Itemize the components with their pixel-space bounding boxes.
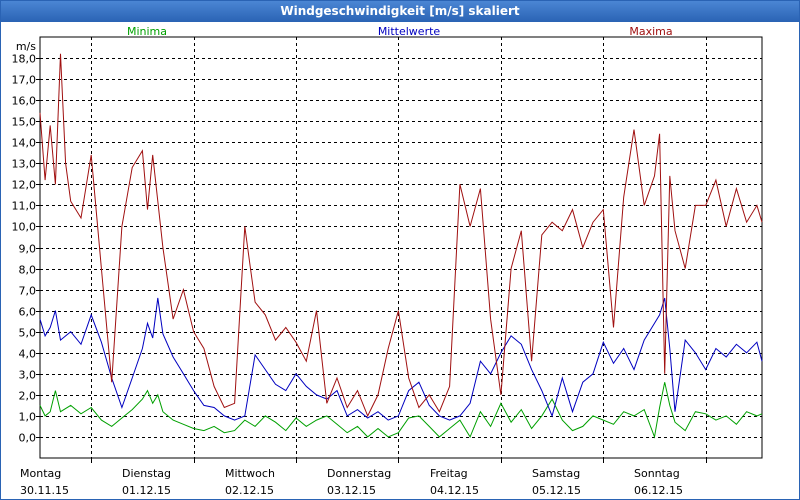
x-tick-date: 04.12.15 bbox=[430, 484, 479, 497]
x-tick-date: 05.12.15 bbox=[532, 484, 581, 497]
y-tick-label: 4,0 bbox=[19, 348, 37, 361]
x-axis: Montag 30.11.15 Dienstag 01.12.15 Mittwoch 02… bbox=[20, 458, 707, 497]
y-tick-label: 1,0 bbox=[19, 411, 37, 424]
y-tick-label: 6,0 bbox=[19, 306, 37, 319]
y-tick-label: 7,0 bbox=[19, 285, 37, 298]
y-tick-label: 2,0 bbox=[19, 390, 37, 403]
legend: Minima Mittelwerte Maxima bbox=[127, 25, 673, 38]
y-tick-label: 15,0 bbox=[12, 116, 37, 129]
series-line-maxima bbox=[39, 53, 763, 418]
x-tick-date: 03.12.15 bbox=[327, 484, 376, 497]
x-tick-date: 01.12.15 bbox=[122, 484, 171, 497]
y-tick-label: 18,0 bbox=[12, 53, 37, 66]
legend-item-minima: Minima bbox=[127, 25, 167, 38]
x-tick-day: Donnerstag bbox=[327, 467, 391, 480]
x-tick-day: Montag bbox=[20, 467, 61, 480]
y-tick-label: 0,0 bbox=[19, 432, 37, 445]
x-tick-day: Samstag bbox=[532, 467, 580, 480]
x-tick-date: 06.12.15 bbox=[634, 484, 683, 497]
y-axis: 0,0 1,0 2,0 3,0 4,0 5,0 6,0 7,0 8,0 9,0 10,0 11,0 12… bbox=[12, 53, 40, 445]
y-tick-label: 11,0 bbox=[12, 200, 37, 213]
y-tick-label: 9,0 bbox=[19, 243, 37, 256]
y-tick-label: 3,0 bbox=[19, 369, 37, 382]
series bbox=[39, 53, 763, 439]
legend-item-maxima: Maxima bbox=[629, 25, 672, 38]
x-tick-day: Freitag bbox=[430, 467, 468, 480]
y-tick-label: 5,0 bbox=[19, 327, 37, 340]
y-tick-label: 10,0 bbox=[12, 221, 37, 234]
legend-item-mittelwerte: Mittelwerte bbox=[378, 25, 441, 38]
y-tick-label: 16,0 bbox=[12, 95, 37, 108]
x-tick-day: Sonntag bbox=[634, 467, 680, 480]
y-axis-label: m/s bbox=[16, 40, 36, 53]
x-tick-date: 02.12.15 bbox=[225, 484, 274, 497]
y-tick-label: 8,0 bbox=[19, 264, 37, 277]
x-tick-date: 30.11.15 bbox=[20, 484, 69, 497]
series-line-mittelwerte bbox=[39, 297, 763, 421]
y-tick-label: 12,0 bbox=[12, 179, 37, 192]
x-tick-day: Mittwoch bbox=[225, 467, 275, 480]
grid bbox=[40, 37, 762, 458]
y-tick-label: 17,0 bbox=[12, 74, 37, 87]
chart-area: 0,0 1,0 2,0 3,0 4,0 5,0 6,0 7,0 8,0 9,0 10,0 11,0 12… bbox=[12, 25, 763, 497]
y-tick-label: 14,0 bbox=[12, 137, 37, 150]
y-tick-label: 13,0 bbox=[12, 158, 37, 171]
x-tick-day: Dienstag bbox=[122, 467, 171, 480]
